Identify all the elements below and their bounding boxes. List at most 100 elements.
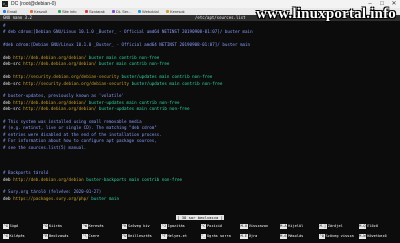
shortcut-label: Pozíció — [207, 224, 223, 228]
editor-area[interactable]: # # deb cdrom:[Debian GNU/Linux 10.1.0 _B… — [0, 21, 400, 210]
bookmark-icon — [112, 10, 115, 14]
editor-line: # This system was installed using small … — [3, 119, 142, 124]
shortcut-item[interactable]: ^U Beillesztés — [121, 234, 152, 243]
editor-line: deb-src http://deb.debian.org/debian/ bu… — [3, 61, 169, 66]
line-components: buster-updates main contrib non-free — [98, 106, 190, 112]
shortcut-label: Igazítás — [167, 224, 185, 228]
shortcut-item[interactable]: M-E Újra — [240, 234, 257, 243]
bookmark-item[interactable]: Email — [3, 8, 17, 15]
shortcut-item[interactable]: ^C Pozíció — [200, 224, 223, 233]
shortcut-label: Beolvasás — [49, 234, 69, 238]
line-comment: # Sury.org tároló (felvéve: 2020-01-27) — [3, 189, 102, 195]
editor-line: # entries were disabled at the end of th… — [3, 132, 162, 137]
shortcut-label: Keresés — [88, 224, 104, 228]
line-comment: # buster-updates, previously known as 'v… — [3, 93, 125, 99]
editor-line: deb http://deb.debian.org/debian/ buster… — [3, 100, 180, 105]
shortcut-label: Szöveg vissza — [325, 234, 354, 238]
shortcut-key: ^R — [42, 234, 49, 239]
line-components: buster-backports main contrib non-free — [86, 176, 183, 182]
bookmark-icon — [138, 10, 141, 14]
shortcut-key: M-6 — [279, 234, 288, 239]
shortcut-item[interactable]: M-Q Előző — [358, 224, 379, 233]
shortcut-item[interactable]: ^K Szöveg kiv — [121, 224, 150, 233]
window-title: DC (root@debian-0) — [11, 1, 57, 7]
line-url: http://deb.debian.org/debian/ — [13, 55, 89, 60]
line-comment: # see the sources.list(5) manual. — [3, 144, 87, 150]
shortcut-label: Csere — [88, 234, 100, 238]
line-url: http://deb.debian.org/debian/ — [23, 106, 99, 112]
shortcut-label: Kijelöl — [288, 224, 304, 228]
shortcut-item[interactable]: ^_ Ugrás sorra — [200, 234, 231, 243]
shortcut-item[interactable]: ^\ Csere — [82, 234, 99, 243]
shortcut-item[interactable]: M-6 Másolás — [279, 234, 304, 243]
shortcut-item[interactable]: M-W Következő — [358, 234, 387, 243]
shortcut-label: Újra — [248, 234, 258, 238]
editor-line: deb http://deb.debian.org/debian/ buster… — [3, 55, 159, 60]
line-components: buster main contrib non-free — [88, 55, 160, 60]
shortcut-label: Kilépés — [9, 234, 25, 238]
editor-line: # buster-updates, previously known as 'v… — [3, 93, 124, 98]
shortcut-label: Másolás — [288, 234, 304, 238]
shortcut-bar: ^G Súgó ^O Kiírás ^W Keresés ^K Szöveg kiv ^J Iga… — [0, 222, 400, 243]
line-keyword: deb — [3, 99, 14, 105]
shortcut-key: M-U — [240, 224, 248, 229]
shortcut-key: ^\ — [82, 234, 88, 239]
shortcut-item[interactable]: ^J Igazítás — [161, 224, 185, 233]
editor-line: # see the sources.list(5) manual. — [3, 145, 86, 150]
bookmark-item[interactable]: Szotarak — [85, 8, 105, 15]
shortcut-label: Helyes-et — [167, 234, 187, 238]
shortcut-key: ^J — [161, 224, 167, 229]
shortcut-label: Következő — [367, 234, 387, 238]
shortcut-item[interactable]: ^T Helyes-et — [161, 234, 187, 243]
line-url: https://packages.sury.org/php/ — [13, 195, 92, 201]
bookmark-item[interactable]: Keszult — [30, 8, 47, 15]
shortcut-label: Zárójel — [327, 224, 343, 228]
line-comment: # Backports tároló — [3, 170, 49, 176]
line-keyword: deb — [3, 195, 14, 201]
line-url: http://deb.debian.org/debian/ — [13, 99, 89, 105]
shortcut-item[interactable]: M-A Kijelöl — [279, 224, 304, 233]
editor-line: deb https://packages.sury.org/php/ buste… — [3, 196, 119, 201]
shortcut-item[interactable]: ^O Kiírás — [42, 224, 62, 233]
shortcut-label: Előző — [367, 224, 379, 228]
shortcut-key: ^T — [161, 234, 167, 239]
shortcut-key: ^U — [121, 234, 128, 239]
shortcut-item[interactable]: ^Q Szöveg vissza — [319, 234, 354, 243]
shortcut-label: Ugrás sorra — [207, 234, 231, 238]
shortcut-item[interactable]: ^R Beolvasás — [42, 234, 69, 243]
shortcut-key: M-A — [279, 224, 288, 229]
editor-line: deb-src http://deb.debian.org/debian/ bu… — [3, 106, 190, 111]
terminal-icon: >_ — [2, 1, 8, 7]
shortcut-item[interactable]: M-] Zárójel — [319, 224, 343, 233]
editor-line: # deb cdrom:[Debian GNU/Linux 10.1.0 _Bu… — [3, 29, 253, 34]
shortcut-key: M-E — [240, 234, 248, 239]
shortcut-key: M-Q — [358, 224, 367, 229]
shortcut-item[interactable]: ^W Keresés — [82, 224, 104, 233]
line-url: http://security.debian.org/debian-securi… — [23, 80, 132, 86]
bookmark-icon — [166, 10, 169, 14]
bookmark-item[interactable]: Weboldal — [138, 8, 159, 15]
bookmark-item[interactable]: Site info — [58, 8, 76, 15]
editor-line: # — [3, 23, 6, 28]
shortcut-label: Visszavon — [248, 224, 269, 228]
line-comment: # entries were disabled at the end of th… — [3, 131, 162, 137]
line-comment: # — [3, 23, 6, 28]
bookmark-item[interactable]: Keresok — [166, 8, 185, 15]
line-components: buster main — [91, 195, 119, 201]
bookmark-item[interactable]: DL Ser... — [112, 8, 131, 15]
bookmark-icon — [30, 10, 33, 14]
line-keyword: deb — [3, 55, 14, 60]
line-keyword: deb — [3, 176, 14, 182]
shortcut-label: Beillesztés — [128, 234, 152, 238]
status-message: [ 38 sor beolvasva ] — [176, 215, 224, 220]
shortcut-item[interactable]: ^X Kilépés — [3, 234, 25, 243]
bookmark-icon — [85, 10, 88, 14]
shortcut-item[interactable]: ^G Súgó — [3, 224, 18, 233]
shortcut-item[interactable]: M-U Visszavon — [240, 224, 268, 233]
editor-line: # For information about how to configure… — [3, 138, 157, 143]
editor-line: deb-src http://security.debian.org/debia… — [3, 81, 222, 86]
editor-line: # (e.g. netinst, live or single CD). The… — [3, 125, 157, 130]
shortcut-key: M-] — [319, 224, 327, 229]
line-url: http://security.debian.org/debian-securi… — [13, 74, 122, 80]
editor-line: # Backports tároló — [3, 170, 48, 175]
